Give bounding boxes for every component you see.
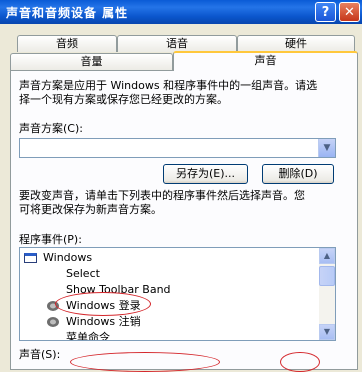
tab-hardware[interactable]: 硬件 [237, 35, 355, 52]
annotation-ellipse [55, 292, 151, 316]
sound-scheme-dropdown[interactable]: ▼ [19, 138, 336, 158]
program-events-list[interactable]: Windows Select Show Toolbar Band Windows… [19, 247, 336, 341]
tab-sounds-label: 声音 [254, 54, 277, 67]
list-item-label: 菜单命令 [66, 331, 110, 341]
help-icon: ? [321, 5, 330, 20]
title-bar: 声音和音频设备 属性 ? ✕ [0, 0, 362, 24]
close-button[interactable]: ✕ [339, 2, 360, 22]
change-instructions-line-2: 可将更改保存为新声音方案。 [19, 203, 162, 216]
tab-audio[interactable]: 音频 [17, 35, 117, 52]
tab-volume[interactable]: 音量 [10, 53, 173, 70]
save-as-label: 另存为(E)... [175, 167, 236, 180]
sound-scheme-label: 声音方案(C): [19, 122, 83, 135]
delete-button[interactable]: 删除(D) [262, 164, 334, 184]
annotation-ellipse [280, 352, 320, 372]
list-item-label: Windows 注销 [66, 315, 141, 328]
save-as-button[interactable]: 另存为(E)... [163, 164, 248, 184]
list-item[interactable]: Windows 注销 [46, 314, 141, 330]
window-icon [24, 253, 37, 263]
description-line-2: 择一个现有方案或保存您已经更改的方案。 [19, 93, 228, 106]
program-events-label: 程序事件(P): [19, 233, 82, 246]
list-item-label: Windows [43, 251, 93, 264]
list-item[interactable]: Windows [24, 250, 92, 266]
change-instructions-line-1: 要改变声音，请单击下列表中的程序事件然后选择声音。您 [19, 189, 305, 202]
scroll-down-icon[interactable]: ▼ [319, 324, 335, 340]
tab-voice[interactable]: 语音 [117, 35, 237, 52]
tab-hardware-label: 硬件 [285, 37, 307, 50]
events-scrollbar[interactable]: ▲ ▼ [319, 248, 335, 340]
close-icon: ✕ [344, 5, 355, 20]
window-title: 声音和音频设备 属性 [6, 6, 129, 20]
scroll-thumb[interactable] [319, 266, 335, 286]
tab-voice-label: 语音 [166, 37, 188, 50]
tab-sounds[interactable]: 声音 [173, 51, 358, 71]
tab-audio-label: 音频 [56, 37, 78, 50]
annotation-ellipse [70, 352, 220, 372]
list-item[interactable]: Select [66, 266, 100, 282]
sound-label: 声音(S): [19, 348, 61, 361]
scroll-up-icon[interactable]: ▲ [319, 248, 335, 264]
help-button[interactable]: ? [315, 2, 336, 22]
tab-volume-label: 音量 [80, 55, 103, 68]
list-item[interactable]: 菜单命令 [66, 330, 110, 341]
dropdown-arrow-icon[interactable]: ▼ [318, 139, 335, 157]
description-line-1: 声音方案是应用于 Windows 和程序事件中的一组声音。请选 [19, 79, 318, 92]
delete-label: 删除(D) [278, 167, 318, 180]
list-item-label: Select [66, 267, 100, 280]
speaker-icon [47, 317, 59, 327]
